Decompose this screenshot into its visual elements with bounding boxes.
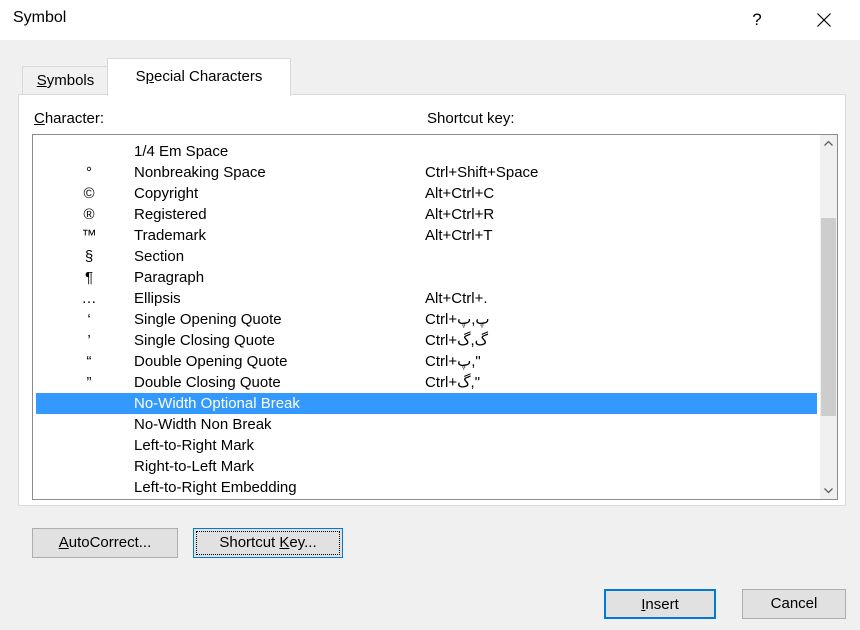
list-item[interactable]: § Section [33,246,817,267]
character-glyph: ’ [87,332,91,349]
special-character-list[interactable]: Left-to-Right Embedding Right-to-Left Mar… [32,134,838,500]
character-header-label: haracter: [44,110,105,127]
character-glyph: … [81,290,97,307]
list-item[interactable]: ‘ Single Opening Quote Ctrl+پ,پ [33,309,817,330]
list-item[interactable]: 1/4 Em Space [33,141,817,162]
character-glyph: ¶ [84,269,94,286]
character-name: Copyright [134,185,199,202]
list-item[interactable]: No-Width Optional Break [36,393,817,414]
vertical-scrollbar[interactable] [820,135,837,499]
window-title: Symbol [13,9,67,26]
character-name: 1/4 Em Space [134,143,229,160]
character-name: Left-to-Right Mark [134,437,255,454]
list-item[interactable]: Left-to-Right Mark [33,435,817,456]
scroll-up-button[interactable] [820,135,837,152]
shortcut-key-label: ey... [289,534,317,551]
shortcut-key-text: Ctrl+Shift+Space [425,164,539,181]
character-name: No-Width Optional Break [134,395,300,412]
close-button[interactable] [800,5,848,35]
tab-symbols-mnemonic: S [36,72,47,89]
character-name: Ellipsis [134,290,181,307]
character-name: Right-to-Left Mark [134,458,255,475]
autocorrect-label: utoCorrect... [68,534,152,551]
character-glyph: ° [86,164,92,181]
scroll-down-button[interactable] [820,482,837,499]
list-item[interactable]: … Ellipsis Alt+Ctrl+. [33,288,817,309]
list-item[interactable]: “ Double Opening Quote Ctrl+پ," [33,351,817,372]
character-glyph: ‘ [87,311,91,328]
tab-special-label: ecial Characters [153,68,263,85]
tab-special-characters[interactable]: Special Characters [107,58,291,96]
autocorrect-button[interactable]: AutoCorrect... [32,528,178,558]
character-column-header: Character: [34,110,104,127]
autocorrect-mnemonic: A [58,534,69,551]
list-item[interactable]: ® Registered Alt+Ctrl+R [33,204,817,225]
list-item[interactable]: ° Nonbreaking Space Ctrl+Shift+Space [33,162,817,183]
close-icon [817,13,831,27]
tab-symbols[interactable]: Symbols [22,66,109,95]
chevron-down-icon [824,488,833,494]
shortcut-key-text: Ctrl+گ,گ [425,332,489,349]
cancel-button[interactable]: Cancel [742,589,846,619]
shortcut-key-text: Alt+Ctrl+. [425,290,488,307]
tab-special-mnemonic: p [145,68,154,85]
list-item[interactable]: Left-to-Right Embedding [33,477,817,498]
character-name: Registered [134,206,207,223]
list-item[interactable]: ” Double Closing Quote Ctrl+گ," [33,372,817,393]
scroll-thumb[interactable] [821,218,836,416]
shortcut-key-prefix: Shortcut [219,534,280,551]
character-header-mnemonic: C [34,110,45,127]
shortcut-key-text: Ctrl+گ," [425,374,481,391]
character-glyph: ® [83,206,95,223]
shortcut-key-mnemonic: K [279,534,290,551]
title-bar: Symbol ? [0,0,860,40]
character-glyph: § [84,248,94,265]
list-item[interactable]: © Copyright Alt+Ctrl+C [33,183,817,204]
character-name: Double Opening Quote [134,353,288,370]
character-glyph: ™ [81,227,97,244]
shortcut-column-header: Shortcut key: [427,110,515,127]
shortcut-key-text: Alt+Ctrl+R [425,206,495,223]
character-name: Nonbreaking Space [134,164,266,181]
character-glyph: © [83,185,95,202]
list-item[interactable]: ’ Single Closing Quote Ctrl+گ,گ [33,330,817,351]
shortcut-key-text: Alt+Ctrl+T [425,227,493,244]
insert-button[interactable]: Insert [604,589,716,619]
shortcut-key-text: Ctrl+پ," [425,353,481,370]
character-name: Single Opening Quote [134,311,282,328]
character-name: Double Closing Quote [134,374,281,391]
shortcut-key-text: Ctrl+پ,پ [425,311,490,328]
character-name: Single Closing Quote [134,332,275,349]
shortcut-key-text: Alt+Ctrl+C [425,185,495,202]
shortcut-key-button[interactable]: Shortcut Key... [193,528,343,558]
list-item[interactable]: Right-to-Left Mark [33,456,817,477]
chevron-up-icon [824,140,833,146]
tab-special-prefix: S [135,68,146,85]
character-glyph: ” [86,374,92,391]
help-button[interactable]: ? [742,7,772,33]
character-name: No-Width Non Break [134,416,272,433]
character-name: Left-to-Right Embedding [134,479,297,496]
list-item[interactable]: No-Width Non Break [33,414,817,435]
list-item[interactable]: ¶ Paragraph [33,267,817,288]
tab-symbols-label: ymbols [46,72,95,89]
insert-label: nsert [645,596,679,613]
character-name: Paragraph [134,269,205,286]
list-item[interactable]: ™ Trademark Alt+Ctrl+T [33,225,817,246]
character-name: Trademark [134,227,206,244]
character-name: Section [134,248,185,265]
character-glyph: “ [86,353,92,370]
